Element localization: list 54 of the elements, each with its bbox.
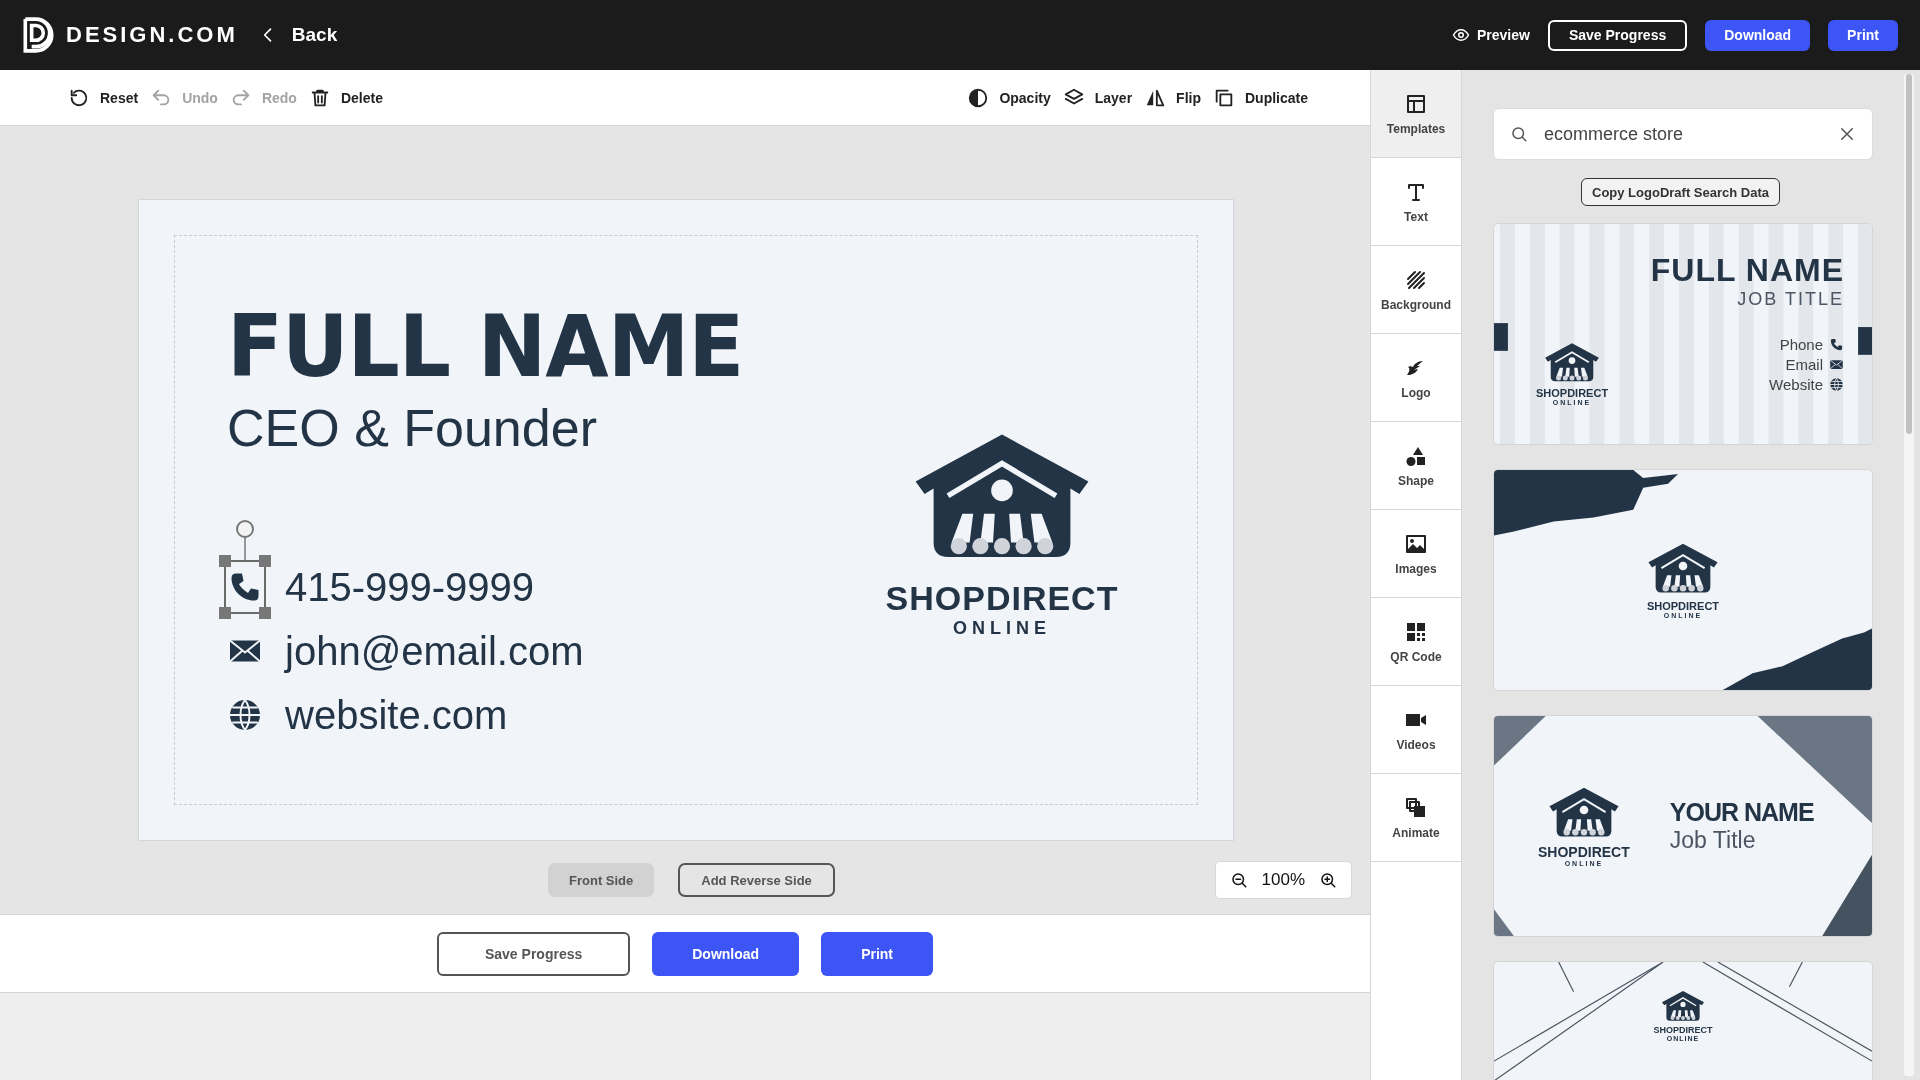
back-link[interactable]: Back [291,24,338,46]
zoom-level: 100% [1261,870,1305,890]
contact-text: Phone [1779,336,1823,353]
search-icon [1510,125,1528,143]
toolbar-button[interactable]: Layer [1060,86,1135,109]
logo-tagline: ONLINE [953,618,1051,639]
toolbar-button[interactable]: Delete [306,86,385,109]
logo-name: SHOPDIRECT [1653,1025,1713,1035]
outline-button[interactable]: Save Progress [1547,19,1688,51]
selection-handles[interactable] [219,519,271,619]
toolbar-button[interactable]: Flip [1142,86,1203,109]
primary-button[interactable]: Print [1828,19,1898,51]
search-field[interactable]: ecommerce store [1493,108,1873,160]
name-text: YOUR NAME [1669,798,1814,827]
job-title-text: Job Title [1669,827,1757,854]
contact-text: Email [1785,356,1823,373]
side-tab[interactable]: Add Reverse Side [678,863,835,897]
opacity-icon [967,86,990,109]
primary-button[interactable]: Download [652,931,800,976]
name-text[interactable]: FULL NAME [227,303,837,391]
close-icon[interactable] [1838,125,1856,143]
logo-name: SHOPDIRECT [1646,599,1720,612]
logo-name: SHOPDIRECT [885,579,1119,618]
email-icon [1829,357,1844,372]
brand-name: DESIGN.COM [66,22,238,48]
zoom-out-icon[interactable] [1229,871,1248,889]
phone-icon [1829,337,1844,352]
job-title-text[interactable]: CEO & Founder [227,398,837,458]
outline-button[interactable]: Save Progress [436,931,631,976]
primary-button[interactable]: Download [1705,19,1811,51]
toolbar-button[interactable]: Reset [66,86,141,109]
toolbar-button[interactable]: Opacity [965,86,1053,109]
side-tab[interactable]: Front Side [548,863,655,897]
logo-name: SHOPDIRECT [1538,843,1630,860]
name-text: FULL NAME [1650,252,1844,289]
contact-text[interactable]: website.com [285,692,508,738]
scrollbar[interactable] [1904,74,1914,1076]
web-icon [1829,377,1844,392]
contact-text: Website [1769,376,1823,393]
web-icon[interactable] [227,697,263,733]
copy-button[interactable]: Copy LogoDraft Search Data [1581,178,1780,206]
contact-text[interactable]: 415-999-9999 [285,564,535,610]
contact-text[interactable]: john@email.com [285,628,584,674]
eye-icon [1452,26,1470,44]
brand-logo-icon [22,17,54,53]
sidebar-item[interactable]: Templates [1371,70,1461,158]
primary-button[interactable]: Print [821,931,934,976]
preview-link[interactable]: Preview [1452,26,1530,44]
zoom-in-icon[interactable] [1319,871,1337,889]
animate-icon [1404,795,1428,820]
search-input[interactable]: ecommerce store [1542,122,1824,146]
job-title-text: JOB TITLE [1737,289,1844,310]
logo-name: SHOPDIRECT [1536,387,1609,399]
toolbar-button[interactable]: Duplicate [1211,86,1310,109]
